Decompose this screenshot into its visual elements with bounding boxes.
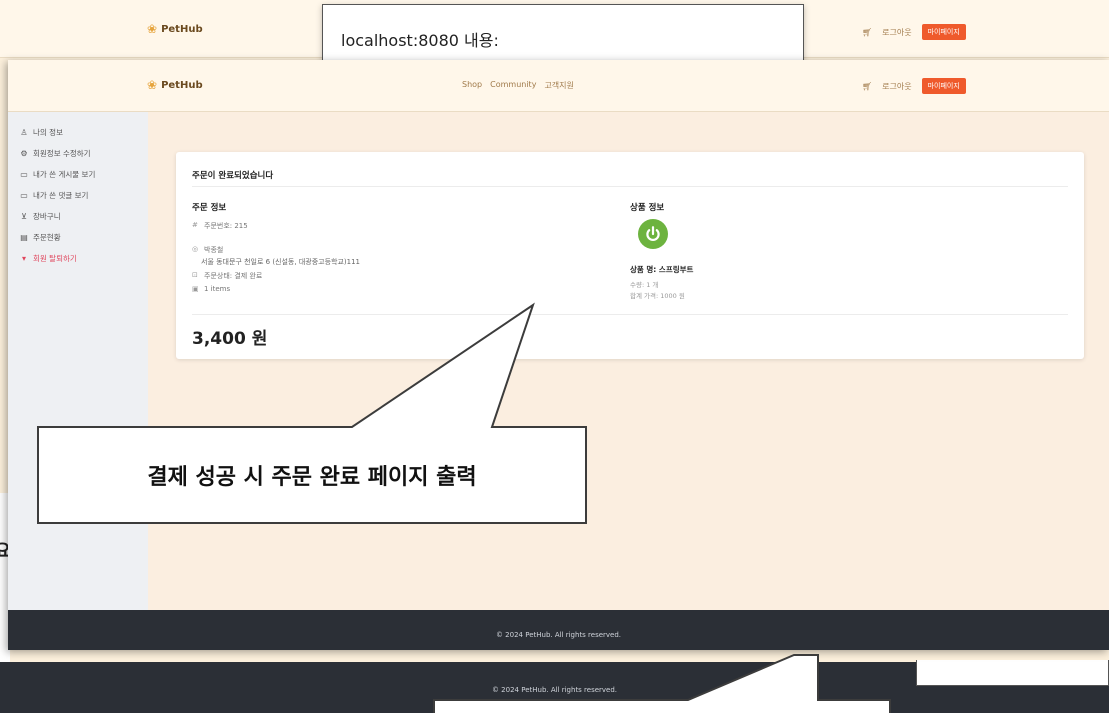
- callout-graphics: [37, 302, 891, 713]
- callout-text: 결제 성공 시 주문 완료 페이지 출력: [147, 465, 477, 490]
- bottom-callout: [433, 654, 891, 713]
